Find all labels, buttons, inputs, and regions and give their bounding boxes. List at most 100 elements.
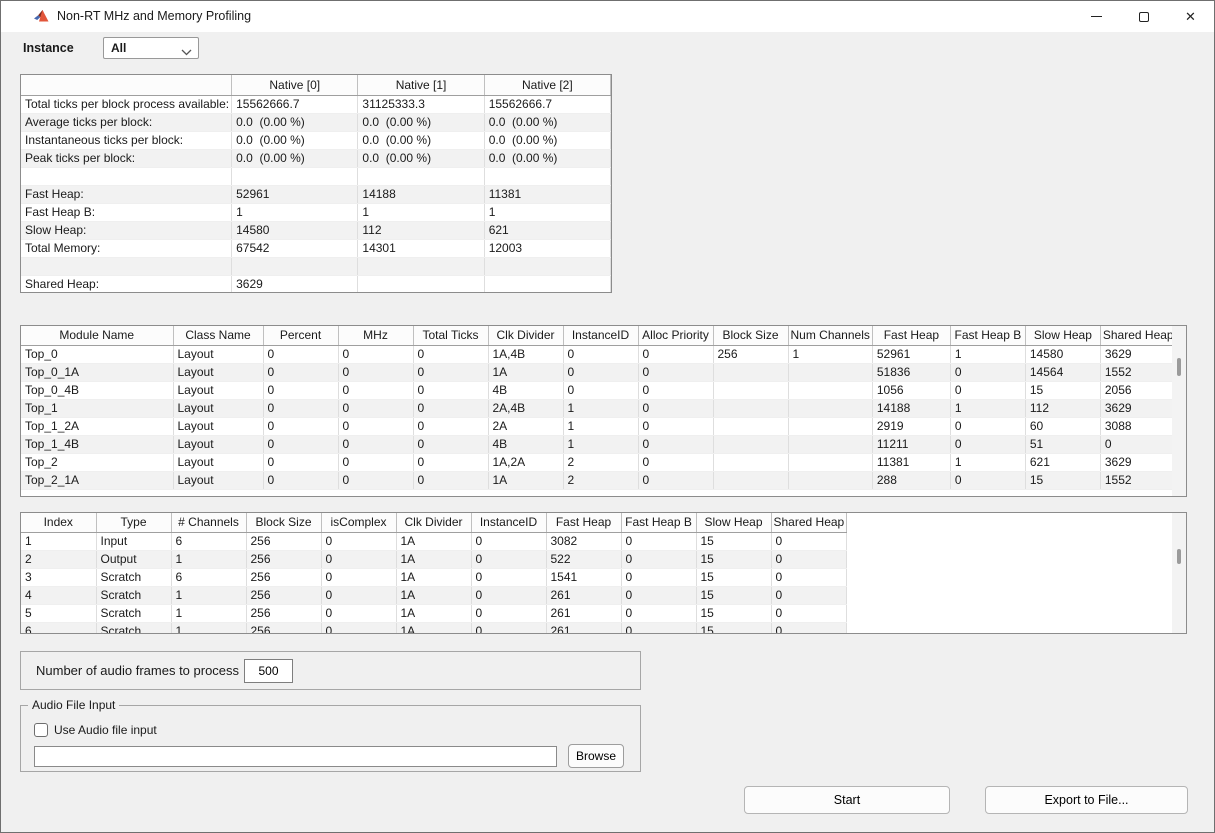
table-cell[interactable]: 1A,2A: [488, 453, 563, 471]
table-cell[interactable]: 256: [246, 622, 321, 634]
table-cell[interactable]: 2: [563, 453, 638, 471]
table-cell[interactable]: 1552: [1100, 363, 1176, 381]
table-cell[interactable]: 256: [246, 568, 321, 586]
table-cell[interactable]: 0: [950, 471, 1025, 489]
table-cell[interactable]: 0: [413, 471, 488, 489]
table-cell[interactable]: 6: [21, 622, 96, 634]
table-cell[interactable]: 4: [21, 586, 96, 604]
table-cell[interactable]: Top_0_1A: [21, 363, 173, 381]
table-cell[interactable]: 0: [338, 381, 413, 399]
maximize-button[interactable]: [1120, 1, 1167, 32]
table-cell[interactable]: 0: [413, 381, 488, 399]
table-cell[interactable]: 1: [21, 532, 96, 550]
table-cell[interactable]: 112: [1025, 399, 1100, 417]
table-cell[interactable]: 15: [696, 550, 771, 568]
table-cell[interactable]: 0: [413, 345, 488, 363]
table-cell[interactable]: Scratch: [96, 586, 171, 604]
table-cell[interactable]: 0: [413, 363, 488, 381]
table-cell[interactable]: 1: [950, 399, 1025, 417]
table-cell[interactable]: 15: [1025, 471, 1100, 489]
table-cell[interactable]: 0: [638, 417, 713, 435]
table-cell[interactable]: 1: [563, 417, 638, 435]
table-cell[interactable]: 0: [638, 345, 713, 363]
table-cell[interactable]: [788, 417, 872, 435]
table-cell[interactable]: 0: [338, 471, 413, 489]
table-cell[interactable]: 1: [788, 345, 872, 363]
table-cell[interactable]: Layout: [173, 471, 263, 489]
table-cell[interactable]: 0: [413, 435, 488, 453]
table-cell[interactable]: 256: [246, 550, 321, 568]
scrollbar-thumb[interactable]: [1177, 549, 1181, 564]
frames-count-input[interactable]: [244, 659, 293, 683]
table-cell[interactable]: Top_1_4B: [21, 435, 173, 453]
table-cell[interactable]: Scratch: [96, 622, 171, 634]
table-cell[interactable]: 1: [171, 622, 246, 634]
table-cell[interactable]: 1: [563, 435, 638, 453]
table-cell[interactable]: 3629: [1100, 345, 1176, 363]
table-cell[interactable]: 6: [171, 532, 246, 550]
table-cell[interactable]: 0: [621, 568, 696, 586]
table-cell[interactable]: 0: [771, 586, 847, 604]
table-cell[interactable]: 0: [638, 453, 713, 471]
table-cell[interactable]: 1552: [1100, 471, 1176, 489]
table-cell[interactable]: 2056: [1100, 381, 1176, 399]
start-button[interactable]: Start: [744, 786, 950, 814]
table-cell[interactable]: 0: [950, 435, 1025, 453]
table-cell[interactable]: Layout: [173, 345, 263, 363]
table-cell[interactable]: 0: [471, 604, 546, 622]
table-cell[interactable]: 0: [563, 345, 638, 363]
table-cell[interactable]: 0: [621, 622, 696, 634]
table-cell[interactable]: 1A: [488, 363, 563, 381]
table-cell[interactable]: [788, 435, 872, 453]
table-cell[interactable]: 0: [638, 399, 713, 417]
table-cell[interactable]: 256: [713, 345, 788, 363]
table-cell[interactable]: 0: [263, 345, 338, 363]
table-cell[interactable]: 1A: [396, 604, 471, 622]
table-cell[interactable]: Top_1_2A: [21, 417, 173, 435]
table-cell[interactable]: 2A: [488, 417, 563, 435]
table-cell[interactable]: 0: [771, 622, 847, 634]
table-cell[interactable]: 2: [21, 550, 96, 568]
table-cell[interactable]: 0: [338, 363, 413, 381]
table-cell[interactable]: Top_2_1A: [21, 471, 173, 489]
table-cell[interactable]: 0: [321, 622, 396, 634]
table-cell[interactable]: Layout: [173, 363, 263, 381]
table-cell[interactable]: 0: [471, 568, 546, 586]
table-cell[interactable]: Layout: [173, 435, 263, 453]
table-cell[interactable]: 4B: [488, 435, 563, 453]
table-cell[interactable]: [788, 363, 872, 381]
table-cell[interactable]: 1A: [396, 586, 471, 604]
table-cell[interactable]: 0: [263, 399, 338, 417]
table-cell[interactable]: 3629: [1100, 399, 1176, 417]
table-cell[interactable]: [788, 399, 872, 417]
export-to-file-button[interactable]: Export to File...: [985, 786, 1188, 814]
table-cell[interactable]: Scratch: [96, 604, 171, 622]
table-cell[interactable]: 621: [1025, 453, 1100, 471]
table-cell[interactable]: 3629: [1100, 453, 1176, 471]
table-cell[interactable]: 0: [638, 381, 713, 399]
table-cell[interactable]: Input: [96, 532, 171, 550]
table-cell[interactable]: 51836: [872, 363, 950, 381]
audio-file-path-input[interactable]: [34, 746, 557, 767]
table-cell[interactable]: 60: [1025, 417, 1100, 435]
table-cell[interactable]: 1: [171, 604, 246, 622]
table-cell[interactable]: 5: [21, 604, 96, 622]
table-cell[interactable]: 1: [171, 550, 246, 568]
table-cell[interactable]: 0: [950, 381, 1025, 399]
table-cell[interactable]: 15: [696, 586, 771, 604]
table-cell[interactable]: 14564: [1025, 363, 1100, 381]
table-cell[interactable]: 0: [338, 345, 413, 363]
table-cell[interactable]: 0: [621, 550, 696, 568]
table-cell[interactable]: Top_0: [21, 345, 173, 363]
table-cell[interactable]: 0: [621, 604, 696, 622]
table-cell[interactable]: 256: [246, 532, 321, 550]
table-cell[interactable]: [713, 471, 788, 489]
table-cell[interactable]: Top_0_4B: [21, 381, 173, 399]
minimize-button[interactable]: [1073, 1, 1120, 32]
table-cell[interactable]: 11381: [872, 453, 950, 471]
table-cell[interactable]: 261: [546, 622, 621, 634]
table-cell[interactable]: 0: [338, 453, 413, 471]
table-cell[interactable]: 1A: [488, 471, 563, 489]
table-cell[interactable]: 0: [321, 532, 396, 550]
table-cell[interactable]: 15: [696, 568, 771, 586]
